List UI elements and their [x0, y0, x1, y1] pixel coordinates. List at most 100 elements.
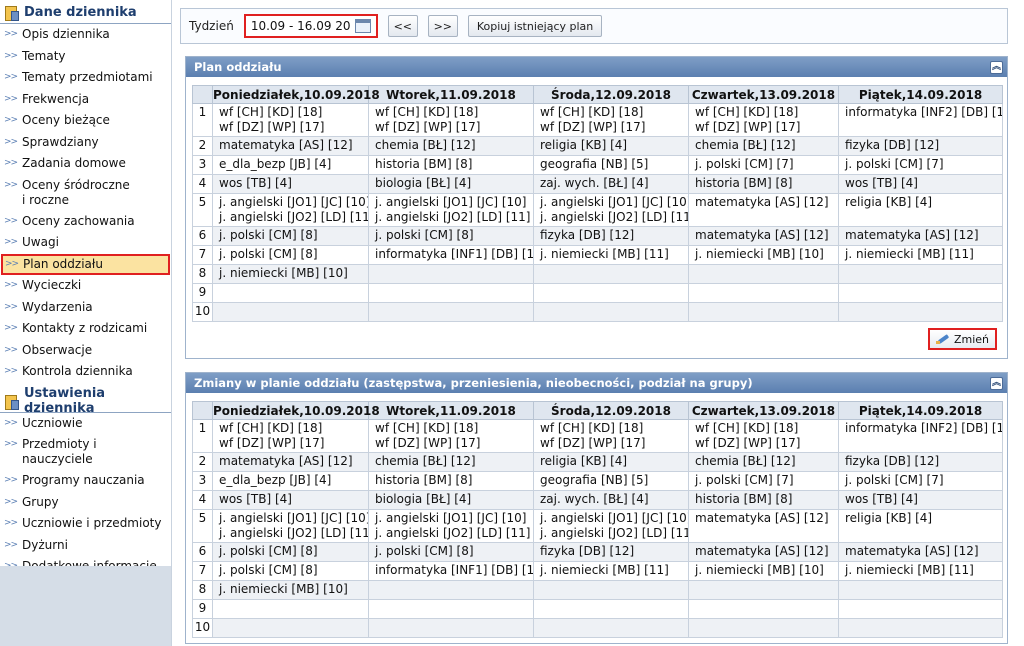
lesson-cell[interactable]: matematyka [AS] [12]	[212, 452, 369, 472]
lesson-cell[interactable]: chemia [BŁ] [12]	[688, 452, 839, 472]
lesson-cell[interactable]	[533, 302, 689, 322]
lesson-cell[interactable]	[368, 283, 534, 303]
lesson-cell[interactable]	[688, 580, 839, 600]
lesson-cell[interactable]: j. polski [CM] [8]	[212, 542, 369, 562]
lesson-cell[interactable]: historia [BM] [8]	[688, 490, 839, 510]
lesson-cell[interactable]: matematyka [AS] [12]	[838, 542, 1003, 562]
sidebar-item[interactable]: >> Wycieczki	[0, 275, 171, 297]
lesson-cell[interactable]	[368, 264, 534, 284]
lesson-cell[interactable]: e_dla_bezp [JB] [4]	[212, 155, 369, 175]
lesson-cell[interactable]: e_dla_bezp [JB] [4]	[212, 471, 369, 491]
lesson-cell[interactable]: j. polski [CM] [7]	[838, 155, 1003, 175]
lesson-cell[interactable]	[533, 283, 689, 303]
sidebar-item[interactable]: >> Przedmioty i nauczyciele	[0, 434, 171, 470]
lesson-cell[interactable]	[688, 264, 839, 284]
sidebar-item[interactable]: >> Grupy	[0, 492, 171, 514]
sidebar-item[interactable]: >> Kontakty z rodzicami	[0, 318, 171, 340]
lesson-cell[interactable]: chemia [BŁ] [12]	[368, 452, 534, 472]
lesson-cell[interactable]: j. polski [CM] [8]	[368, 542, 534, 562]
lesson-cell[interactable]	[838, 618, 1003, 638]
lesson-cell[interactable]	[212, 283, 369, 303]
lesson-cell[interactable]: j. niemiecki [MB] [11]	[533, 245, 689, 265]
lesson-cell[interactable]	[688, 283, 839, 303]
lesson-cell[interactable]: wf [CH] [KD] [18] wf [DZ] [WP] [17]	[533, 419, 689, 453]
calendar-icon[interactable]	[354, 19, 371, 33]
sidebar-item[interactable]: >> Uczniowie i przedmioty	[0, 513, 171, 535]
lesson-cell[interactable]	[533, 618, 689, 638]
lesson-cell[interactable]	[838, 283, 1003, 303]
lesson-cell[interactable]: wos [TB] [4]	[838, 490, 1003, 510]
lesson-cell[interactable]	[533, 264, 689, 284]
lesson-cell[interactable]: wf [CH] [KD] [18] wf [DZ] [WP] [17]	[688, 103, 839, 137]
lesson-cell[interactable]	[212, 599, 369, 619]
lesson-cell[interactable]	[838, 580, 1003, 600]
lesson-cell[interactable]: j. polski [CM] [8]	[212, 245, 369, 265]
lesson-cell[interactable]: informatyka [INF1] [DB] [15]	[368, 245, 534, 265]
lesson-cell[interactable]: j. angielski [JO1] [JC] [10] j. angielski…	[368, 193, 534, 227]
lesson-cell[interactable]	[838, 599, 1003, 619]
lesson-cell[interactable]: religia [KB] [4]	[533, 136, 689, 156]
lesson-cell[interactable]: historia [BM] [8]	[368, 471, 534, 491]
lesson-cell[interactable]: fizyka [DB] [12]	[533, 542, 689, 562]
collapse-icon[interactable]: ︽	[990, 376, 1003, 390]
lesson-cell[interactable]	[212, 618, 369, 638]
lesson-cell[interactable]: matematyka [AS] [12]	[212, 136, 369, 156]
sidebar-item[interactable]: >> Zadania domowe	[0, 153, 171, 175]
lesson-cell[interactable]: religia [KB] [4]	[533, 452, 689, 472]
lesson-cell[interactable]: informatyka [INF1] [DB] [15]	[368, 561, 534, 581]
sidebar-item[interactable]: >> Tematy	[0, 46, 171, 68]
sidebar-item[interactable]: >> Oceny zachowania	[0, 211, 171, 233]
lesson-cell[interactable]: j. niemiecki [MB] [11]	[533, 561, 689, 581]
lesson-cell[interactable]: j. niemiecki [MB] [10]	[212, 264, 369, 284]
lesson-cell[interactable]	[212, 302, 369, 322]
copy-plan-button[interactable]: Kopiuj istniejący plan	[467, 15, 603, 37]
lesson-cell[interactable]: matematyka [AS] [12]	[688, 226, 839, 246]
lesson-cell[interactable]: wf [CH] [KD] [18] wf [DZ] [WP] [17]	[212, 103, 369, 137]
lesson-cell[interactable]: fizyka [DB] [12]	[533, 226, 689, 246]
lesson-cell[interactable]	[368, 302, 534, 322]
sidebar-item[interactable]: >> Kontrola dziennika	[0, 361, 171, 383]
sidebar-item[interactable]: >> Obserwacje	[0, 340, 171, 362]
lesson-cell[interactable]: j. polski [CM] [8]	[212, 226, 369, 246]
lesson-cell[interactable]: biologia [BŁ] [4]	[368, 490, 534, 510]
lesson-cell[interactable]: j. polski [CM] [8]	[368, 226, 534, 246]
lesson-cell[interactable]: matematyka [AS] [12]	[688, 509, 839, 543]
sidebar-item[interactable]: >> Frekwencja	[0, 89, 171, 111]
next-week-button[interactable]: >>	[427, 15, 458, 37]
sidebar-item[interactable]: >> Programy nauczania	[0, 470, 171, 492]
sidebar-item[interactable]: >> Opis dziennika	[0, 24, 171, 46]
lesson-cell[interactable]: j. niemiecki [MB] [10]	[212, 580, 369, 600]
sidebar-item[interactable]: >> Dyżurni	[0, 535, 171, 557]
lesson-cell[interactable]: j. polski [CM] [8]	[212, 561, 369, 581]
lesson-cell[interactable]: matematyka [AS] [12]	[838, 226, 1003, 246]
lesson-cell[interactable]: zaj. wych. [BŁ] [4]	[533, 490, 689, 510]
lesson-cell[interactable]	[368, 599, 534, 619]
sidebar-item[interactable]: >> Uwagi	[0, 232, 171, 254]
lesson-cell[interactable]: j. niemiecki [MB] [10]	[688, 245, 839, 265]
lesson-cell[interactable]	[533, 580, 689, 600]
lesson-cell[interactable]: wf [CH] [KD] [18] wf [DZ] [WP] [17]	[533, 103, 689, 137]
sidebar-item[interactable]: >> Tematy przedmiotami	[0, 67, 171, 89]
lesson-cell[interactable]: wos [TB] [4]	[838, 174, 1003, 194]
lesson-cell[interactable]	[368, 618, 534, 638]
lesson-cell[interactable]: geografia [NB] [5]	[533, 471, 689, 491]
lesson-cell[interactable]: informatyka [INF2] [DB] [15]	[838, 419, 1003, 453]
lesson-cell[interactable]: geografia [NB] [5]	[533, 155, 689, 175]
lesson-cell[interactable]: religia [KB] [4]	[838, 509, 1003, 543]
lesson-cell[interactable]: matematyka [AS] [12]	[688, 193, 839, 227]
lesson-cell[interactable]: fizyka [DB] [12]	[838, 136, 1003, 156]
previous-week-button[interactable]: <<	[387, 15, 418, 37]
week-input[interactable]	[248, 18, 353, 34]
lesson-cell[interactable]: j. niemiecki [MB] [11]	[838, 245, 1003, 265]
lesson-cell[interactable]	[688, 302, 839, 322]
lesson-cell[interactable]: j. angielski [JO1] [JC] [10] j. angielski…	[368, 509, 534, 543]
lesson-cell[interactable]: j. niemiecki [MB] [10]	[688, 561, 839, 581]
lesson-cell[interactable]	[688, 599, 839, 619]
sidebar-item[interactable]: >> Oceny śródroczne i roczne	[0, 175, 171, 211]
change-plan-button[interactable]: Zmień	[927, 328, 997, 350]
lesson-cell[interactable]: j. angielski [JO1] [JC] [10] j. angielski…	[533, 509, 689, 543]
lesson-cell[interactable]: j. niemiecki [MB] [11]	[838, 561, 1003, 581]
lesson-cell[interactable]	[688, 618, 839, 638]
sidebar-item[interactable]: >> Wydarzenia	[0, 297, 171, 319]
lesson-cell[interactable]: matematyka [AS] [12]	[688, 542, 839, 562]
